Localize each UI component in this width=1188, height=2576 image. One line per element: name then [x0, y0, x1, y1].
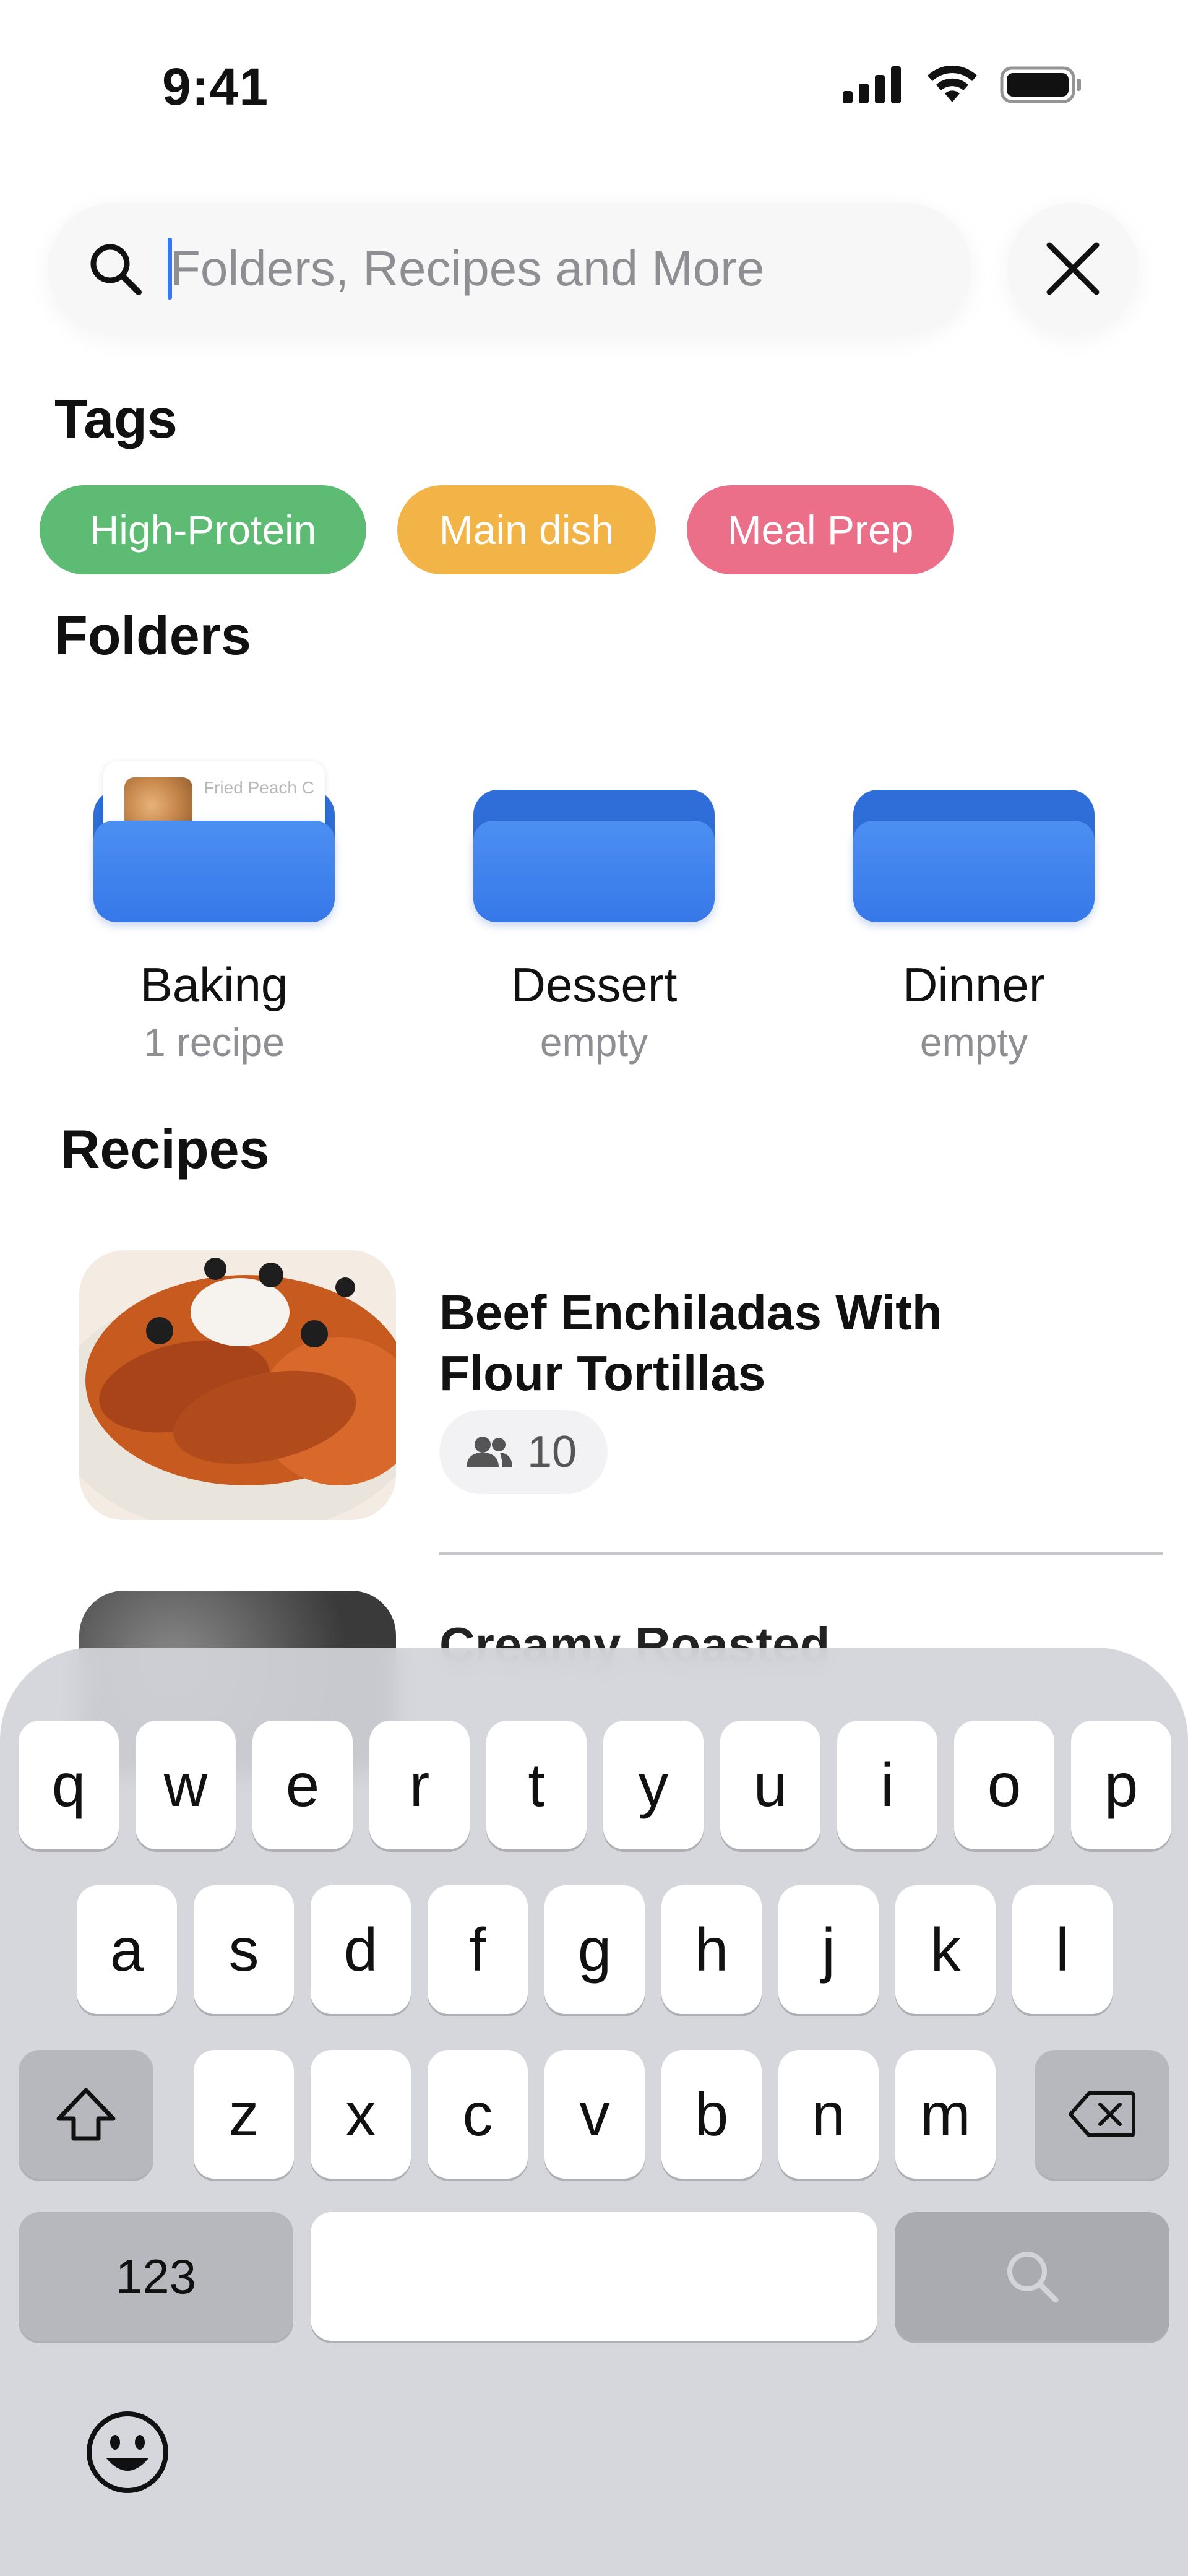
list-divider [439, 1552, 1163, 1555]
shift-icon [56, 2088, 116, 2141]
key-s[interactable]: s [194, 1885, 294, 2014]
key-e[interactable]: e [252, 1721, 353, 1849]
key-j[interactable]: j [778, 1885, 879, 2014]
recipes-section-title: Recipes [61, 1118, 270, 1180]
folder-dinner[interactable]: Dinner empty [850, 761, 1098, 1065]
key-v[interactable]: v [544, 2050, 645, 2179]
delete-icon [1069, 2091, 1135, 2137]
key-c[interactable]: c [428, 2050, 528, 2179]
key-r[interactable]: r [369, 1721, 470, 1849]
folder-preview-text: Fried Peach Co... [204, 778, 315, 797]
key-k[interactable]: k [895, 1885, 996, 2014]
emoji-icon [87, 2411, 168, 2493]
key-b[interactable]: b [661, 2050, 762, 2179]
folder-icon [853, 761, 1095, 922]
recipe-image [79, 1250, 396, 1520]
folder-baking[interactable]: Fried Peach Co... Baking 1 recipe [90, 761, 338, 1065]
recipe-title: Beef Enchiladas With Flour Tortillas [439, 1285, 942, 1401]
tag-meal-prep[interactable]: Meal Prep [687, 485, 954, 574]
wifi-icon [928, 66, 977, 102]
key-n[interactable]: n [778, 2050, 879, 2179]
status-icons [843, 65, 1083, 105]
folders-section-title: Folders [54, 605, 251, 666]
delete-key[interactable] [1035, 2050, 1169, 2179]
tags-section-title: Tags [54, 388, 178, 449]
search-icon [90, 244, 142, 295]
key-l[interactable]: l [1012, 1885, 1113, 2014]
key-x[interactable]: x [311, 2050, 411, 2179]
key-i[interactable]: i [837, 1721, 937, 1849]
key-z[interactable]: z [194, 2050, 294, 2179]
key-d[interactable]: d [311, 1885, 411, 2014]
key-h[interactable]: h [661, 1885, 762, 2014]
folder-icon [473, 761, 715, 922]
status-bar: 9:41 [0, 0, 1188, 142]
servings-count: 10 [527, 1427, 577, 1477]
people-icon [467, 1437, 512, 1467]
battery-icon [1000, 66, 1081, 103]
tag-high-protein[interactable]: High-Protein [40, 485, 366, 574]
recipe-row[interactable]: Beef Enchiladas With Flour Tortillas 10 [79, 1250, 1163, 1554]
cellular-signal-icon [843, 66, 901, 103]
folder-count: 1 recipe [144, 1020, 285, 1065]
folder-count: empty [540, 1020, 648, 1065]
key-g[interactable]: g [544, 1885, 645, 2014]
space-key[interactable] [311, 2212, 877, 2341]
search-icon [1007, 2252, 1059, 2303]
emoji-button[interactable] [84, 2409, 171, 2496]
close-search-button[interactable] [1007, 203, 1138, 334]
key-f[interactable]: f [428, 1885, 528, 2014]
key-u[interactable]: u [720, 1721, 820, 1849]
folder-dessert[interactable]: Dessert empty [470, 761, 718, 1065]
keyboard: q w e r t y u i o p a s d f g h j k l z … [0, 1648, 1188, 2576]
search-input[interactable] [169, 234, 914, 303]
folder-name: Dessert [510, 957, 678, 1012]
folder-name: Baking [140, 957, 288, 1012]
folder-count: empty [919, 1020, 1028, 1065]
key-o[interactable]: o [954, 1721, 1054, 1849]
key-t[interactable]: t [486, 1721, 587, 1849]
folder-name: Dinner [903, 957, 1045, 1012]
servings-badge: 10 [439, 1410, 608, 1494]
search-bar[interactable] [48, 203, 971, 334]
close-icon [1046, 242, 1100, 295]
folder-icon: Fried Peach Co... [93, 761, 335, 922]
search-key[interactable] [895, 2212, 1169, 2341]
key-m[interactable]: m [895, 2050, 996, 2179]
key-q[interactable]: q [19, 1721, 119, 1849]
status-time: 9:41 [162, 58, 269, 116]
key-p[interactable]: p [1071, 1721, 1171, 1849]
key-w[interactable]: w [136, 1721, 236, 1849]
key-y[interactable]: y [603, 1721, 704, 1849]
tag-main-dish[interactable]: Main dish [397, 485, 656, 574]
numbers-key[interactable]: 123 [19, 2212, 293, 2341]
key-a[interactable]: a [77, 1885, 177, 2014]
shift-key[interactable] [19, 2050, 153, 2179]
